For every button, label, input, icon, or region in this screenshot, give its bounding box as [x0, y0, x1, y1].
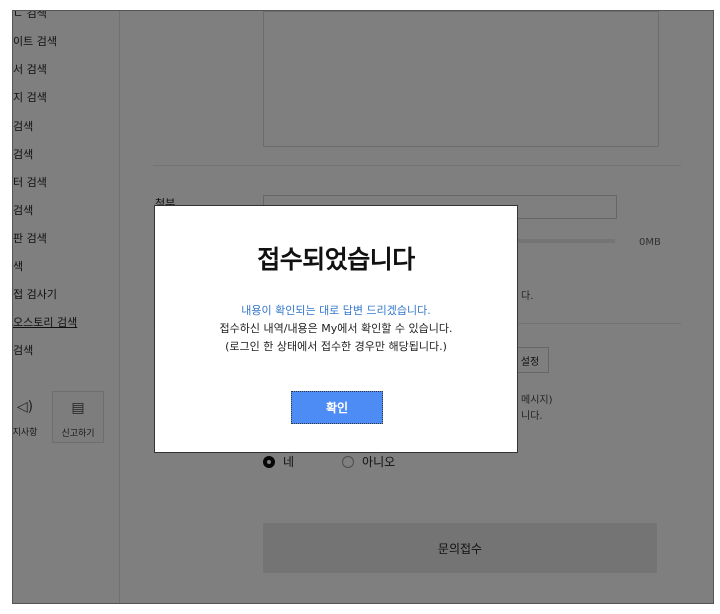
browser-frame: ㄴ 검색 이트 검색 서 검색 지 검색 검색 검색 터 검색 검색 판 검색 … — [12, 10, 714, 604]
modal-message-note: (로그인 한 상태에서 접수한 경우만 해당됩니다.) — [225, 340, 447, 353]
confirmation-modal: 접수되었습니다 내용이 확인되는 대로 답변 드리겠습니다. 접수하신 내역/내… — [154, 205, 518, 453]
modal-message-accent: 내용이 확인되는 대로 답변 드리겠습니다. — [241, 304, 431, 317]
modal-message: 접수하신 내역/내용은 My에서 확인할 수 있습니다. — [219, 322, 453, 335]
confirm-button[interactable]: 확인 — [291, 391, 383, 424]
modal-title: 접수되었습니다 — [257, 245, 415, 274]
